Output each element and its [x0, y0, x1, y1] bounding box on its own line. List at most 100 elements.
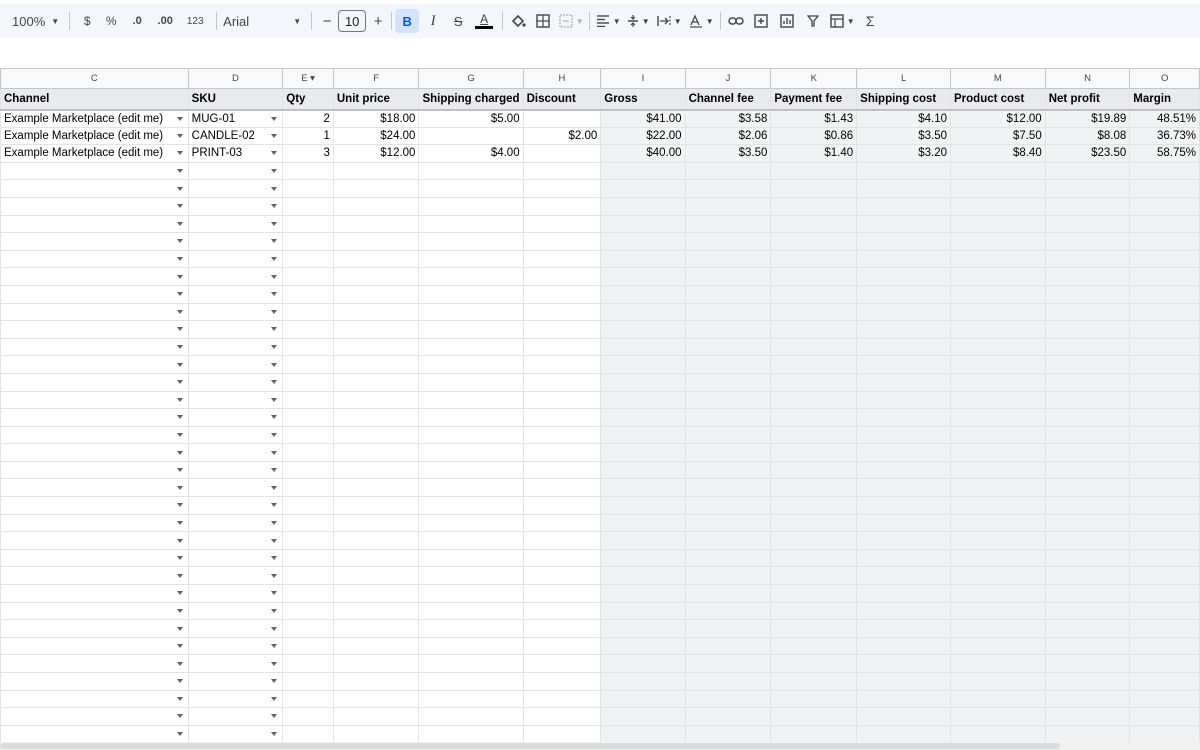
column-header-o[interactable]: O [1129, 68, 1200, 89]
cell[interactable] [950, 320, 1046, 339]
cell[interactable] [856, 408, 951, 427]
dropdown-arrow-icon[interactable] [176, 573, 183, 578]
cell[interactable] [522, 636, 602, 656]
cell[interactable] [282, 584, 334, 603]
cell[interactable] [950, 249, 1046, 269]
fill-color-button[interactable] [506, 8, 530, 34]
field-header-cell[interactable]: Shipping cost [856, 88, 951, 111]
cell[interactable] [770, 302, 858, 322]
cell[interactable] [600, 636, 686, 656]
cell[interactable] [282, 232, 334, 251]
dropdown-arrow-icon[interactable] [176, 644, 183, 649]
cell[interactable] [522, 478, 602, 498]
cell[interactable]: $0.86 [770, 126, 858, 146]
cell[interactable] [684, 460, 772, 480]
cell[interactable] [332, 531, 420, 550]
cell[interactable] [522, 372, 602, 392]
cell[interactable] [684, 724, 772, 744]
dropdown-arrow-icon[interactable] [271, 644, 278, 649]
cell[interactable] [418, 496, 524, 515]
cell[interactable] [1129, 196, 1200, 216]
cell[interactable]: $24.00 [332, 126, 420, 146]
cell[interactable] [418, 372, 524, 392]
italic-button[interactable]: I [419, 8, 447, 34]
cell[interactable] [1129, 161, 1200, 181]
dropdown-arrow-icon[interactable] [271, 151, 278, 156]
sku-dropdown-cell[interactable] [187, 478, 284, 498]
dropdown-arrow-icon[interactable] [176, 679, 183, 684]
dropdown-arrow-icon[interactable] [176, 327, 183, 332]
cell[interactable] [950, 566, 1046, 586]
cell[interactable] [522, 267, 602, 286]
cell[interactable] [332, 513, 420, 533]
channel-dropdown-cell[interactable] [0, 531, 189, 550]
channel-dropdown-cell[interactable]: Example Marketplace (edit me) [0, 109, 189, 128]
cell[interactable] [1129, 654, 1200, 673]
dropdown-arrow-icon[interactable] [271, 186, 278, 191]
cell[interactable] [1044, 496, 1131, 515]
cell[interactable] [418, 355, 524, 374]
channel-dropdown-cell[interactable] [0, 566, 189, 586]
cell[interactable] [684, 443, 772, 462]
cell[interactable] [282, 548, 334, 568]
sku-dropdown-cell[interactable] [187, 531, 284, 550]
cell[interactable] [1129, 689, 1200, 709]
cell[interactable] [522, 337, 602, 357]
cell[interactable] [684, 179, 772, 198]
dropdown-arrow-icon[interactable] [176, 186, 183, 191]
cell[interactable] [770, 372, 858, 392]
cell[interactable] [856, 196, 951, 216]
cell[interactable] [418, 443, 524, 462]
cell[interactable] [856, 672, 951, 691]
cell[interactable] [418, 636, 524, 656]
dropdown-arrow-icon[interactable] [271, 538, 278, 543]
cell[interactable] [600, 179, 686, 198]
cell[interactable] [600, 513, 686, 533]
cell[interactable] [770, 214, 858, 234]
channel-dropdown-cell[interactable] [0, 267, 189, 286]
cell[interactable]: $8.40 [950, 144, 1046, 163]
dropdown-arrow-icon[interactable] [271, 696, 278, 701]
cell[interactable] [770, 425, 858, 445]
cell[interactable] [418, 408, 524, 427]
cell[interactable] [1129, 284, 1200, 304]
cell[interactable] [684, 284, 772, 304]
cell[interactable] [770, 636, 858, 656]
sku-dropdown-cell[interactable] [187, 196, 284, 216]
channel-dropdown-cell[interactable] [0, 636, 189, 656]
cell[interactable] [600, 214, 686, 234]
cell[interactable] [1044, 531, 1131, 550]
cell[interactable] [1129, 355, 1200, 374]
channel-dropdown-cell[interactable]: Example Marketplace (edit me) [0, 126, 189, 146]
cell[interactable] [770, 267, 858, 286]
cell[interactable] [522, 724, 602, 744]
cell[interactable] [684, 619, 772, 638]
dropdown-arrow-icon[interactable] [176, 732, 183, 737]
channel-dropdown-cell[interactable] [0, 478, 189, 498]
cell[interactable] [950, 724, 1046, 744]
sku-dropdown-cell[interactable] [187, 636, 284, 656]
cell[interactable] [770, 513, 858, 533]
sku-dropdown-cell[interactable] [187, 460, 284, 480]
dropdown-arrow-icon[interactable] [176, 345, 183, 350]
cell[interactable] [282, 161, 334, 181]
sku-dropdown-cell[interactable] [187, 390, 284, 410]
cell[interactable] [600, 355, 686, 374]
sku-dropdown-cell[interactable] [187, 566, 284, 586]
cell[interactable] [950, 284, 1046, 304]
channel-dropdown-cell[interactable] [0, 619, 189, 638]
cell[interactable] [770, 284, 858, 304]
cell[interactable]: $3.50 [856, 126, 951, 146]
cell[interactable] [1044, 513, 1131, 533]
dropdown-arrow-icon[interactable] [271, 608, 278, 613]
dropdown-arrow-icon[interactable] [176, 257, 183, 262]
cell[interactable] [600, 425, 686, 445]
sku-dropdown-cell[interactable]: PRINT-03 [187, 144, 284, 163]
cell[interactable] [600, 724, 686, 744]
channel-dropdown-cell[interactable] [0, 689, 189, 709]
cell[interactable] [684, 425, 772, 445]
cell[interactable] [950, 601, 1046, 621]
cell[interactable] [1044, 232, 1131, 251]
dropdown-arrow-icon[interactable] [176, 520, 183, 525]
cell[interactable]: 48.51% [1129, 109, 1200, 128]
